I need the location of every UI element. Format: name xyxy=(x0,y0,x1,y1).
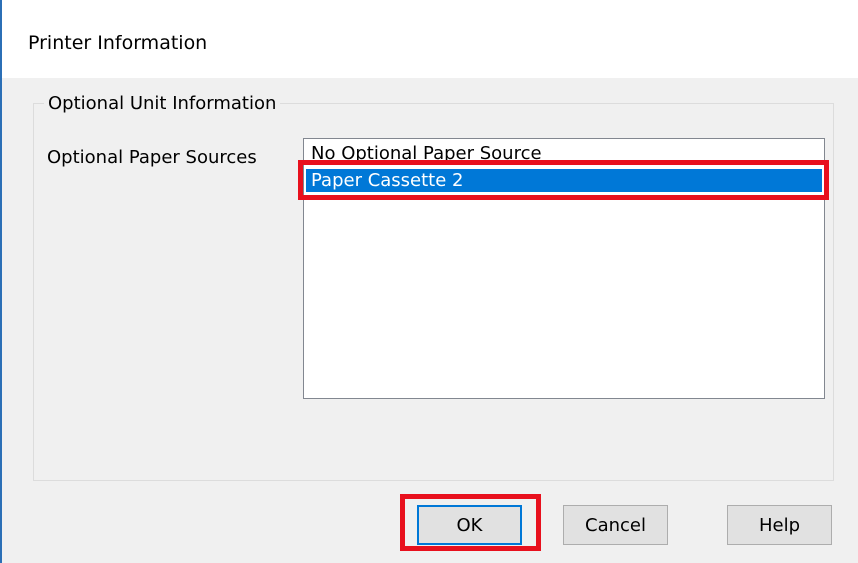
paper-sources-listbox[interactable]: No Optional Paper Source Paper Cassette … xyxy=(303,138,825,399)
groupbox-legend: Optional Unit Information xyxy=(44,93,281,114)
cancel-button[interactable]: Cancel xyxy=(563,505,668,545)
help-button[interactable]: Help xyxy=(727,505,832,545)
ok-button[interactable]: OK xyxy=(417,505,522,545)
optional-paper-sources-label: Optional Paper Sources xyxy=(47,147,257,168)
dialog-title: Printer Information xyxy=(28,32,208,54)
window-edge xyxy=(0,0,2,563)
printer-information-dialog: Printer Information Optional Unit Inform… xyxy=(0,0,858,563)
list-item-no-optional-paper-source[interactable]: No Optional Paper Source xyxy=(306,142,822,165)
list-item-paper-cassette-2[interactable]: Paper Cassette 2 xyxy=(306,169,822,192)
title-bar: Printer Information xyxy=(2,0,858,78)
